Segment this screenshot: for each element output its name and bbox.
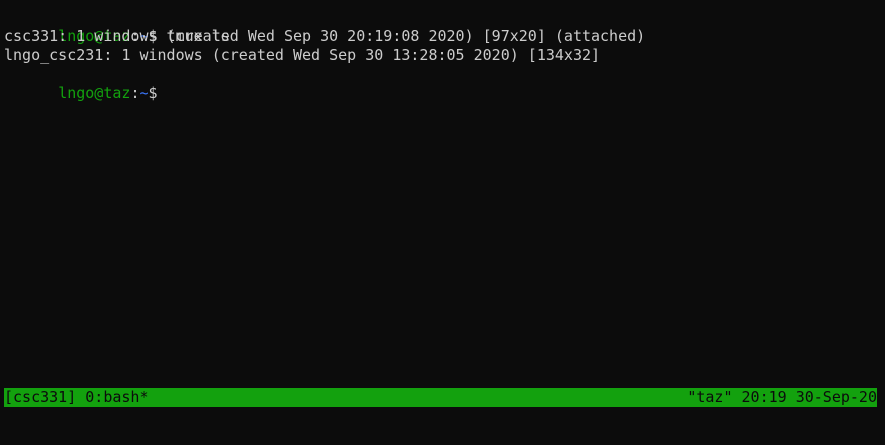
output-line: lngo_csc231: 1 windows (created Wed Sep …	[4, 46, 601, 64]
prompt-path: ~	[139, 84, 149, 102]
prompt-user-host: lngo@taz	[58, 84, 131, 102]
prompt-line: lngo@taz:~$	[4, 65, 645, 102]
terminal-output: lngo@taz:~$ tmux ls csc331: 1 windows (c…	[4, 8, 646, 102]
status-session-window: [csc331] 0:bash*	[4, 388, 149, 406]
status-host-time: "taz" 20:19 30-Sep-20	[687, 388, 877, 406]
prompt-symbol: $	[148, 84, 158, 102]
prompt-line: lngo@taz:~$ tmux ls	[4, 8, 645, 45]
terminal-window[interactable]: lngo@taz:~$ tmux ls csc331: 1 windows (c…	[0, 0, 885, 386]
output-line: csc331: 1 windows (created Wed Sep 30 20…	[4, 27, 646, 45]
tmux-status-bar: [csc331] 0:bash* "taz" 20:19 30-Sep-20	[4, 388, 877, 407]
